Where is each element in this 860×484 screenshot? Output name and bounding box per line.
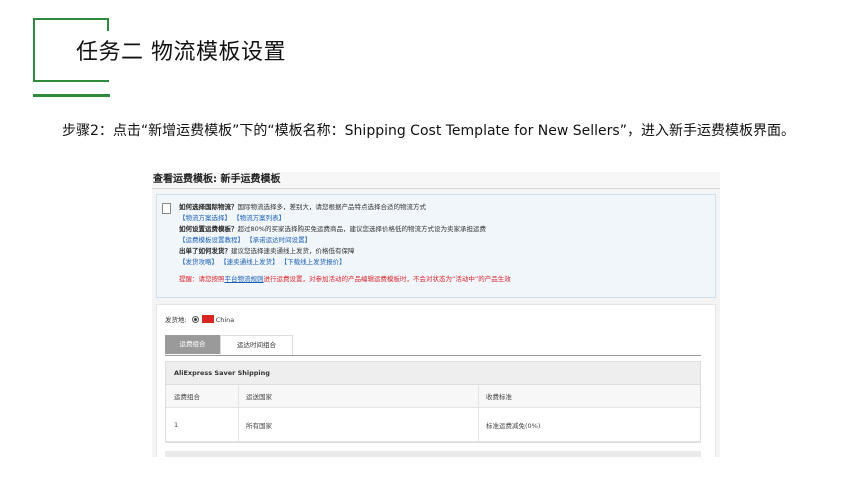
- link-logistics-plan-list[interactable]: 【物流方案列表】: [233, 214, 285, 222]
- title-frame-right: [107, 18, 109, 31]
- notice-box: 如何选择国际物流？国际物流选择多，差别大，请您根据产品特点选择合适的物流方式 【…: [156, 194, 716, 298]
- notice-line-6: 【发货攻略】 【速卖通线上发货】 【下载线上发货报价】: [179, 257, 511, 268]
- link-logistics-plan-select[interactable]: 【物流方案选择】: [179, 214, 231, 222]
- notice-question-logistics: 如何选择国际物流？: [179, 203, 238, 211]
- title-frame-bottom: [33, 80, 109, 82]
- tab-bar: 运费组合 运达时间组合: [165, 335, 701, 356]
- ship-from-value: China: [215, 316, 235, 324]
- header-combo: 运费组合: [174, 393, 200, 401]
- title-frame-left: [33, 18, 35, 82]
- tab-shipping-combo[interactable]: 运费组合: [165, 335, 220, 354]
- column-divider: [478, 385, 479, 407]
- link-download-quote[interactable]: 【下载线上发货报价】: [281, 258, 346, 266]
- tab-delivery-time-combo[interactable]: 运达时间组合: [220, 335, 293, 355]
- column-divider: [238, 385, 239, 407]
- cell-combo: 1: [174, 420, 179, 429]
- document-icon: [162, 203, 171, 214]
- link-platform-rules[interactable]: 平台物流规则: [225, 275, 264, 283]
- column-divider: [478, 408, 479, 441]
- notice-question-shipping: 出单了如何发货？: [179, 247, 231, 255]
- link-shipping-guide[interactable]: 【发货攻略】: [179, 258, 218, 266]
- notice-line-1: 如何选择国际物流？国际物流选择多，差别大，请您根据产品特点选择合适的物流方式: [179, 202, 511, 213]
- notice-line-2: 【物流方案选择】 【物流方案列表】: [179, 213, 511, 224]
- notice-text-template: 超过80%的买家选择购买免运费商品，建议您选择价格低的物流方式设为卖家承担运费: [237, 225, 486, 233]
- notice-lines: 如何选择国际物流？国际物流选择多，差别大，请您根据产品特点选择合适的物流方式 【…: [179, 202, 511, 285]
- step-description: 步骤2：点击“新增运费模板”下的“模板名称：Shipping Cost Temp…: [62, 123, 795, 139]
- ship-from-label: 发货地:: [165, 316, 187, 324]
- slide-title: 任务二 物流模板设置: [76, 40, 286, 65]
- notice-text-shipping: 建议您选择速卖通线上发货，价格低有保障: [231, 247, 355, 255]
- shipping-method-title: AliExpress Saver Shipping: [166, 362, 700, 385]
- notice-line-4: 【运费模板设置教程】 【承诺运达时间设置】: [179, 235, 511, 246]
- next-section-edge: [165, 451, 701, 457]
- header-countries: 运送国家: [246, 393, 272, 401]
- link-delivery-time-setting[interactable]: 【承诺运达时间设置】: [246, 236, 311, 244]
- title-underline: [33, 94, 110, 97]
- table-row: 1 所有国家 标准运费减免(0%): [166, 408, 700, 442]
- cell-countries: 所有国家: [246, 421, 272, 430]
- notice-line-5: 出单了如何发货？建议您选择速卖通线上发货，价格低有保障: [179, 246, 511, 257]
- ship-from-radio[interactable]: [191, 316, 199, 323]
- notice-warning: 提醒：请您按照平台物流规则进行运费设置，对参加活动的产品编辑运费模板时，不会对状…: [179, 274, 511, 285]
- title-frame-top: [33, 18, 109, 20]
- warning-prefix: 提醒：请您按照: [179, 275, 225, 283]
- embedded-screenshot: 查看运费模板: 新手运费模板 如何选择国际物流？国际物流选择多，差别大，请您根据…: [152, 172, 720, 457]
- cell-fee-standard: 标准运费减免(0%): [486, 421, 541, 430]
- notice-question-template: 如何设置运费模板？: [179, 225, 238, 233]
- china-flag-icon: [201, 315, 214, 323]
- warning-suffix: 进行运费设置，对参加活动的产品编辑运费模板时，不会对状态为“活动中”的产品生效: [263, 275, 511, 283]
- template-page-header: 查看运费模板: 新手运费模板: [152, 172, 720, 189]
- link-template-tutorial[interactable]: 【运费模板设置教程】: [179, 236, 244, 244]
- template-panel: 发货地: China 运费组合 运达时间组合 AliExpress Saver S…: [156, 304, 716, 457]
- header-fee-standard: 收费标准: [486, 393, 512, 401]
- link-online-shipping[interactable]: 【速卖通线上发货】: [220, 258, 279, 266]
- table-header-row: 运费组合 运送国家 收费标准: [166, 385, 700, 408]
- shipping-table: AliExpress Saver Shipping 运费组合 运送国家 收费标准…: [165, 361, 701, 443]
- column-divider: [238, 408, 239, 441]
- notice-text-logistics: 国际物流选择多，差别大，请您根据产品特点选择合适的物流方式: [237, 203, 427, 211]
- ship-from: 发货地: China: [165, 314, 234, 324]
- notice-line-3: 如何设置运费模板？超过80%的买家选择购买免运费商品，建议您选择价格低的物流方式…: [179, 224, 511, 235]
